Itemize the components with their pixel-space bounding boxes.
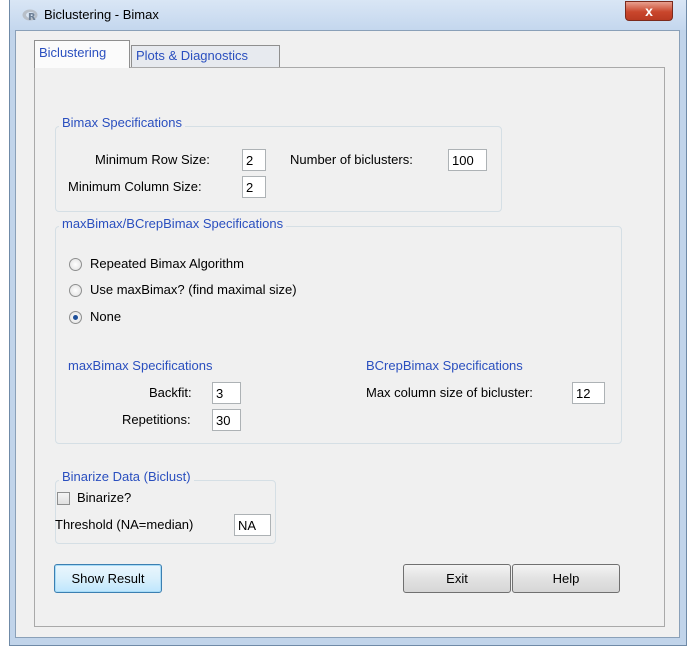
window-title: Biclustering - Bimax xyxy=(44,7,159,22)
close-button[interactable]: x xyxy=(625,1,673,21)
exit-button[interactable]: Exit xyxy=(403,564,511,593)
repetitions-input[interactable]: 30 xyxy=(212,409,241,431)
min-row-size-label: Minimum Row Size: xyxy=(95,152,210,167)
backfit-input[interactable]: 3 xyxy=(212,382,241,404)
maxbimax-specifications-label: maxBimax Specifications xyxy=(68,358,213,373)
min-row-size-input[interactable]: 2 xyxy=(242,149,266,171)
binarize-checkbox-label[interactable]: Binarize? xyxy=(77,490,131,505)
bcrepbimax-specifications-label: BCrepBimax Specifications xyxy=(366,358,523,373)
tab-plots-diagnostics[interactable]: Plots & Diagnostics xyxy=(131,45,280,68)
radio-none[interactable] xyxy=(69,311,82,324)
threshold-input[interactable]: NA xyxy=(234,514,271,536)
bimax-specifications-group xyxy=(55,126,502,212)
min-column-size-label: Minimum Column Size: xyxy=(68,179,202,194)
close-icon: x xyxy=(645,3,653,19)
number-of-biclusters-input[interactable]: 100 xyxy=(448,149,487,171)
min-column-size-input[interactable]: 2 xyxy=(242,176,266,198)
svg-text:R: R xyxy=(28,12,36,22)
radio-repeated-bimax[interactable] xyxy=(69,258,82,271)
max-column-size-input[interactable]: 12 xyxy=(572,382,605,404)
bimax-specifications-label: Bimax Specifications xyxy=(59,115,185,130)
binarize-data-label: Binarize Data (Biclust) xyxy=(59,469,194,484)
r-logo-icon: R xyxy=(22,9,38,22)
number-of-biclusters-label: Number of biclusters: xyxy=(290,152,413,167)
max-column-size-label: Max column size of bicluster: xyxy=(366,385,533,400)
binarize-checkbox[interactable] xyxy=(57,492,70,505)
show-result-button[interactable]: Show Result xyxy=(54,564,162,593)
tab-panel-biclustering: Bimax Specifications Minimum Row Size: 2… xyxy=(34,67,665,627)
repetitions-label: Repetitions: xyxy=(122,412,191,427)
radio-use-maxbimax[interactable] xyxy=(69,284,82,297)
radio-repeated-bimax-label[interactable]: Repeated Bimax Algorithm xyxy=(90,256,244,271)
threshold-label: Threshold (NA=median) xyxy=(55,517,194,532)
tab-biclustering[interactable]: Biclustering xyxy=(34,40,130,68)
radio-use-maxbimax-label[interactable]: Use maxBimax? (find maximal size) xyxy=(90,282,297,297)
radio-none-label[interactable]: None xyxy=(90,309,121,324)
maxbimax-bcrep-specifications-label: maxBimax/BCrepBimax Specifications xyxy=(59,216,287,231)
backfit-label: Backfit: xyxy=(149,385,192,400)
help-button[interactable]: Help xyxy=(512,564,620,593)
title-bar[interactable]: R Biclustering - Bimax x xyxy=(10,0,686,30)
